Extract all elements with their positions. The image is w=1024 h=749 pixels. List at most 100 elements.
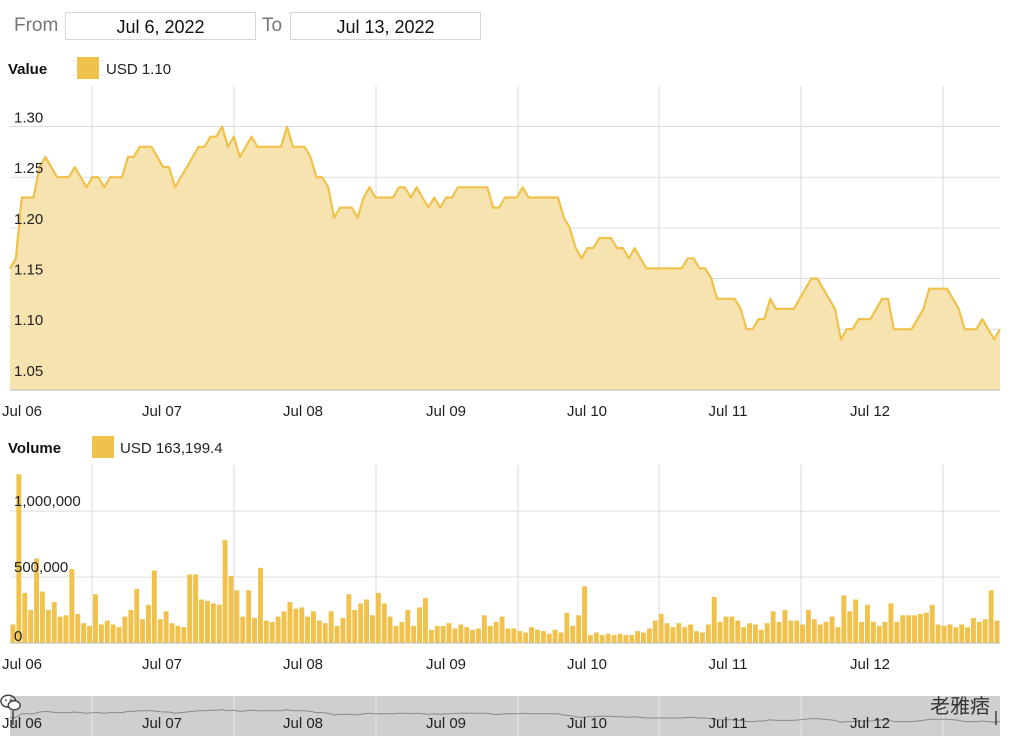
navigator-right-handle[interactable]: | <box>994 709 998 726</box>
volume-bar <box>676 623 682 643</box>
volume-bar <box>452 628 458 643</box>
navigator-tick-label: Jul 06 <box>2 715 42 732</box>
y-tick-label: 0 <box>14 628 22 645</box>
value-legend-swatch <box>77 57 99 79</box>
volume-bar <box>187 574 193 643</box>
volume-bar <box>104 620 110 643</box>
volume-bar <box>346 594 352 643</box>
volume-bar <box>988 590 994 643</box>
volume-bar <box>646 628 652 643</box>
volume-bar <box>240 616 246 643</box>
navigator-strip[interactable]: Jul 06 Jul 07 Jul 08 Jul 09 Jul 10 Jul 11 Jul … <box>0 692 1024 749</box>
y-tick-label: 1.30 <box>14 110 43 127</box>
volume-bar <box>210 603 216 643</box>
y-tick-label: 1.20 <box>14 211 43 228</box>
volume-bar <box>81 623 87 643</box>
volume-bar <box>499 616 505 643</box>
volume-bar <box>311 611 316 643</box>
volume-bar <box>764 623 770 643</box>
volume-bar <box>705 624 711 643</box>
volume-bar <box>340 617 346 643</box>
x-tick-label: Jul 12 <box>850 403 890 420</box>
volume-bar <box>959 624 965 643</box>
volume-bar <box>688 624 694 643</box>
from-label: From <box>14 15 59 36</box>
volume-bar <box>169 623 175 643</box>
volume-bar <box>334 625 340 643</box>
x-tick-label: Jul 09 <box>426 403 466 420</box>
volume-bar <box>116 627 122 643</box>
volume-bar <box>122 616 128 643</box>
volume-bar <box>758 629 764 643</box>
volume-bar <box>470 629 475 643</box>
volume-bar <box>458 624 464 643</box>
volume-legend-swatch <box>92 436 114 458</box>
volume-bar <box>393 625 399 643</box>
volume-bar <box>511 628 517 643</box>
date-range-selector: From Jul 6, 2022 To Jul 13, 2022 <box>0 0 1024 50</box>
x-tick-label: Jul 09 <box>426 656 466 673</box>
volume-bar <box>605 633 611 643</box>
volume-bar <box>670 627 676 643</box>
volume-bar <box>258 567 263 643</box>
volume-bar <box>322 623 328 643</box>
volume-bar <box>228 575 234 643</box>
volume-bar <box>811 619 817 643</box>
volume-bar <box>128 610 134 643</box>
x-tick-label: Jul 06 <box>2 403 42 420</box>
volume-bar <box>593 632 599 643</box>
watermark-text: 老雅痞 <box>930 696 990 718</box>
volume-bar <box>976 621 982 643</box>
volume-bar <box>971 617 976 643</box>
volume-bar <box>912 615 917 643</box>
volume-bar <box>151 570 157 643</box>
volume-bar <box>370 615 375 643</box>
volume-bar <box>788 620 794 643</box>
volume-bar <box>375 592 381 643</box>
volume-bar <box>947 624 953 643</box>
volume-bar <box>776 621 782 643</box>
volume-bar <box>540 631 546 643</box>
volume-bar <box>717 621 723 643</box>
x-tick-label: Jul 12 <box>850 656 890 673</box>
volume-bar <box>157 619 163 643</box>
value-area-fill <box>10 126 1000 390</box>
volume-bar <box>876 625 882 643</box>
volume-bar <box>234 590 240 643</box>
volume-bar <box>487 625 493 643</box>
volume-bar <box>140 619 145 643</box>
volume-chart: 0 500,000 1,000,000 Jul 06 Jul 07 Jul 08 Jul 0… <box>2 465 1000 673</box>
volume-bar <box>63 615 69 643</box>
volume-bar <box>641 632 646 643</box>
to-label: To <box>262 15 283 36</box>
volume-bar <box>517 631 523 643</box>
volume-bar <box>405 610 411 643</box>
volume-bar <box>894 621 900 643</box>
volume-bar <box>328 611 334 643</box>
volume-bar <box>110 624 116 643</box>
volume-bar <box>711 596 717 643</box>
volume-bar <box>700 632 705 643</box>
volume-bar <box>770 611 776 643</box>
navigator-tick-label: Jul 12 <box>850 715 890 732</box>
volume-bar <box>823 621 829 643</box>
volume-bar <box>835 627 841 643</box>
volume-legend: Volume USD 163,199.4 <box>0 436 1024 462</box>
navigator-tick-label: Jul 08 <box>283 715 323 732</box>
volume-bar <box>299 607 305 643</box>
volume-bar <box>493 621 499 643</box>
volume-bar <box>246 590 252 643</box>
volume-bar <box>476 628 481 643</box>
from-date-input[interactable]: Jul 6, 2022 <box>65 12 256 40</box>
volume-bar <box>664 623 670 643</box>
volume-bar <box>69 569 75 643</box>
volume-bar <box>582 586 587 643</box>
volume-bar <box>918 614 923 643</box>
volume-bar <box>611 635 617 643</box>
to-date-input[interactable]: Jul 13, 2022 <box>290 12 481 40</box>
volume-bar <box>40 591 45 643</box>
volume-bar <box>93 594 98 643</box>
volume-bar <box>529 627 534 643</box>
volume-bar <box>464 627 470 643</box>
volume-bar <box>906 615 912 643</box>
